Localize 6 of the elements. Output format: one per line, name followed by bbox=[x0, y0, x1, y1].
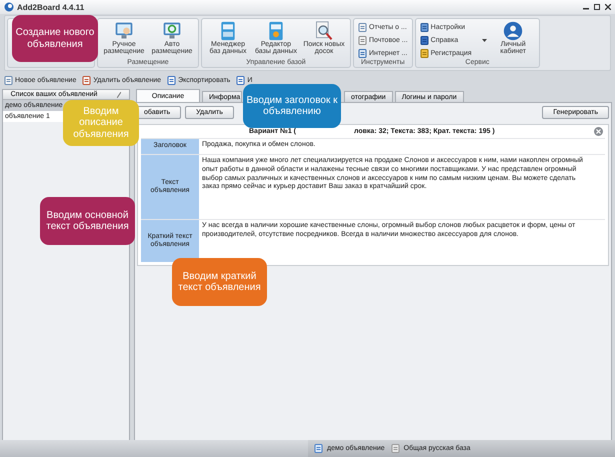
hint-tooltip: Вводим заголовок к объявлению bbox=[243, 84, 341, 128]
hint-tooltip: Вводим описание объявления bbox=[63, 100, 139, 146]
hint-tooltip: Вводим краткий текст объявления bbox=[172, 258, 267, 306]
hint-tooltip: Вводим основной текст объявления bbox=[40, 197, 135, 245]
hint-tooltip: Создание нового объявления bbox=[12, 15, 98, 62]
window-title: Add2Board 4.4.11 bbox=[17, 2, 84, 12]
